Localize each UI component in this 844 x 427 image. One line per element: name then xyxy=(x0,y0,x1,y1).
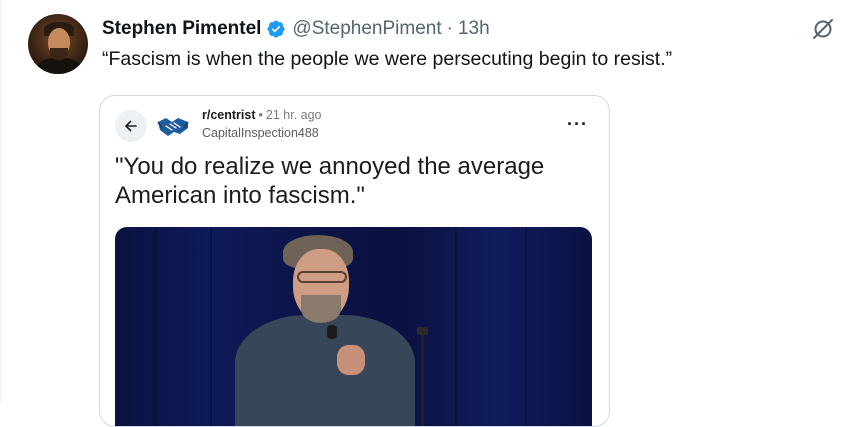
tweet-text: “Fascism is when the people we were pers… xyxy=(102,48,673,70)
mic-stand xyxy=(421,329,424,426)
performer-glasses xyxy=(297,271,347,283)
author-name[interactable]: Stephen Pimentel xyxy=(102,18,261,40)
curtain-fold xyxy=(155,227,157,426)
back-arrow-icon xyxy=(125,120,137,132)
handshake-icon xyxy=(156,112,190,140)
curtain-fold xyxy=(210,227,212,426)
subreddit-name[interactable]: r/centrist xyxy=(202,108,256,122)
mic-stand-top xyxy=(417,327,428,335)
embedded-post-card[interactable]: r/centrist • 21 hr. ago CapitalInspection4… xyxy=(99,95,610,427)
more-options-icon[interactable]: ··· xyxy=(567,114,588,135)
avatar[interactable] xyxy=(28,14,88,74)
subreddit-separator: • xyxy=(258,108,263,122)
avatar-coat xyxy=(36,58,82,74)
tweet-header: Stephen Pimentel @StephenPiment · 13h xyxy=(102,16,490,42)
author-handle[interactable]: @StephenPiment xyxy=(292,18,441,40)
post-age: 21 hr. ago xyxy=(265,108,322,122)
microphone xyxy=(327,325,337,339)
grok-icon[interactable] xyxy=(811,17,835,41)
post-title: "You do realize we annoyed the average A… xyxy=(115,153,545,209)
curtain-fold xyxy=(455,227,457,426)
verified-badge-icon xyxy=(266,19,286,39)
timeline-left-border xyxy=(0,0,1,403)
header-separator: · xyxy=(446,18,453,39)
post-username[interactable]: CapitalInspection488 xyxy=(202,126,319,140)
performer-hand xyxy=(337,345,365,375)
tweet-timestamp[interactable]: 13h xyxy=(458,18,490,40)
curtain-fold xyxy=(525,227,527,426)
post-photo[interactable] xyxy=(115,227,592,426)
avatar-beard xyxy=(50,48,68,60)
performer-shirt xyxy=(235,315,415,426)
subreddit-line: r/centrist • 21 hr. ago xyxy=(202,108,322,122)
back-button[interactable] xyxy=(115,110,147,142)
performer-beard xyxy=(301,295,341,323)
